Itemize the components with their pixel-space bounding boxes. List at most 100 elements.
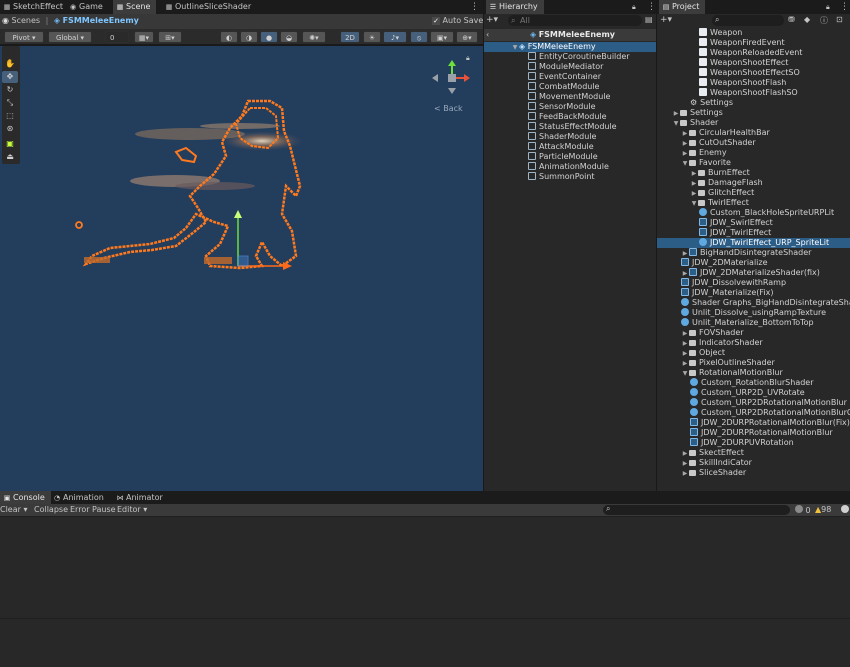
project-item[interactable]: ▼ Shader [657, 118, 850, 128]
error-pause-button[interactable]: Error Pause [70, 505, 116, 514]
hierarchy-item[interactable]: ModuleMediator [528, 62, 603, 72]
project-search-input[interactable]: ⌕ [712, 15, 784, 26]
project-item[interactable]: ▶ Settings [657, 108, 850, 118]
warning-count-badge[interactable]: ▲98 [815, 505, 831, 514]
project-item[interactable]: Custom_URP2DRotationalMotionBlurOnSc [657, 408, 850, 418]
lock-icon[interactable]: 🔒︎ [632, 3, 636, 12]
project-item[interactable]: JDW_2DURPRotationalMotionBlur [657, 428, 850, 438]
rotate-tool-icon[interactable]: ↻ [2, 84, 18, 96]
search-input[interactable]: ⌕ All [508, 15, 642, 26]
hierarchy-item[interactable]: MovementModule [528, 92, 610, 102]
snap-value-field[interactable]: 0 [105, 31, 129, 43]
search-options-icon[interactable]: ▤ [645, 15, 653, 24]
project-item[interactable]: Custom_URP2DRotationalMotionBlur [657, 398, 850, 408]
project-item[interactable]: WeaponShootFlash [657, 78, 850, 88]
project-item[interactable]: ▶ BigHandDisintegrateShader [657, 248, 850, 258]
back-button[interactable]: < Back [434, 104, 463, 113]
hierarchy-item[interactable]: ShaderModule [528, 132, 596, 142]
orientation-gizmo-icon[interactable] [432, 60, 472, 96]
breadcrumb-scenes[interactable]: Scenes [12, 16, 41, 25]
project-item[interactable]: ▶ Object [657, 348, 850, 358]
hierarchy-item[interactable]: StatusEffectModule [528, 122, 617, 132]
tab-outline-slice-shader[interactable]: ▦ OutlineSliceShader [162, 0, 257, 14]
project-item[interactable]: ▶ CutOutShader [657, 138, 850, 148]
transform-tool-icon[interactable]: ⊛ [2, 123, 18, 135]
tab-game[interactable]: ◉ Game [66, 0, 109, 14]
tab-project[interactable]: ▤ Project [659, 0, 706, 14]
project-item[interactable]: Shader Graphs_BigHandDisintegrateShade [657, 298, 850, 308]
project-item[interactable]: ▼ Favorite [657, 158, 850, 168]
project-item[interactable]: Unlit_Materialize_BottomToTop [657, 318, 850, 328]
tab-hierarchy[interactable]: ☰ Hierarchy [486, 0, 544, 14]
project-item[interactable]: ▶ JDW_2DMaterializeShader(fix) [657, 268, 850, 278]
project-item[interactable]: WeaponReloadedEvent [657, 48, 850, 58]
toggle-2d-button[interactable]: 2D [340, 31, 360, 43]
project-item[interactable]: JDW_SwirlEffect [657, 218, 850, 228]
debug-draw-button[interactable]: ✺▾ [302, 31, 326, 43]
custom-tool-icon[interactable]: ▣ [2, 138, 18, 150]
project-item[interactable]: ▶ SkectEffect [657, 448, 850, 458]
hierarchy-item[interactable]: SummonPoint [528, 172, 595, 182]
project-item[interactable]: JDW_2DURPRotationalMotionBlur(Fix) [657, 418, 850, 428]
lighting-button[interactable]: ☀ [363, 31, 381, 43]
project-item[interactable]: Weapon [657, 28, 850, 38]
add-button[interactable]: +▾ [486, 15, 498, 25]
back-arrow-icon[interactable]: ‹ [486, 30, 489, 39]
shading-shaded-button[interactable]: ◑ [240, 31, 258, 43]
move-tool-icon[interactable]: ✥ [2, 71, 18, 83]
project-item[interactable]: ▶ IndicatorShader [657, 338, 850, 348]
hierarchy-item[interactable]: ParticleModule [528, 152, 598, 162]
more-menu-icon[interactable]: ⋮ [470, 2, 479, 12]
error-count-icon[interactable] [841, 505, 849, 513]
project-item[interactable]: ▶ SkillIndiCator [657, 458, 850, 468]
audio-button[interactable]: ♪▾ [383, 31, 407, 43]
project-item[interactable]: WeaponFiredEvent [657, 38, 850, 48]
hierarchy-item[interactable]: AttackModule [528, 142, 594, 152]
project-item[interactable]: WeaponShootEffect [657, 58, 850, 68]
project-item[interactable]: JDW_TwirlEffect_URP_SpriteLit [657, 238, 850, 248]
search-type-icon[interactable]: ⛃ [788, 15, 795, 24]
project-item[interactable]: ▶ CircularHealthBar [657, 128, 850, 138]
project-item[interactable]: ▶ SliceShader [657, 468, 850, 478]
clear-button[interactable]: Clear ▾ [0, 505, 27, 514]
hierarchy-item[interactable]: FeedBackModule [528, 112, 607, 122]
project-item[interactable]: ▶ DamageFlash [657, 178, 850, 188]
hierarchy-item[interactable]: CombatModule [528, 82, 599, 92]
project-item[interactable]: ▼ RotationalMotionBlur [657, 368, 850, 378]
camera-button[interactable]: ▣▾ [430, 31, 454, 43]
project-item[interactable]: Custom_BlackHoleSpriteURPLit [657, 208, 850, 218]
info-icon[interactable]: ⓘ [820, 15, 828, 26]
rect-tool-icon[interactable]: ⬚ [2, 110, 18, 122]
project-item[interactable]: ▼ TwirlEffect [657, 198, 850, 208]
scale-tool-icon[interactable]: ⤡ [2, 97, 18, 109]
tab-animation[interactable]: ◔ Animation [50, 491, 110, 505]
effects-button[interactable]: ⦸ [410, 31, 428, 43]
project-item[interactable]: ▶ PixelOutlineShader [657, 358, 850, 368]
project-item[interactable]: WeaponShootFlashSO [657, 88, 850, 98]
hierarchy-item[interactable]: AnimationModule [528, 162, 609, 172]
hierarchy-item[interactable]: EventContainer [528, 72, 601, 82]
project-item[interactable]: JDW_TwirlEffect [657, 228, 850, 238]
tab-console[interactable]: ▣ Console [0, 491, 51, 505]
tab-sketch-effect[interactable]: ▦ SketchEffect [0, 0, 69, 14]
project-item[interactable]: JDW_Materialize(Fix) [657, 288, 850, 298]
tab-scene[interactable]: ▦ Scene [113, 0, 157, 14]
expand-arrow-icon[interactable]: ▶ [681, 469, 689, 479]
scene-viewport[interactable]: ✋ ✥ ↻ ⤡ ⬚ ⊛ ▣ ⏏ 🔒︎ < Back [0, 46, 483, 491]
more-menu-icon[interactable]: ⋮ [647, 2, 656, 12]
add-button[interactable]: +▾ [660, 15, 672, 25]
project-item[interactable]: ▶ Enemy [657, 148, 850, 158]
more-menu-icon[interactable]: ⋮ [840, 2, 849, 12]
project-item[interactable]: ▶ BurnEffect [657, 168, 850, 178]
shading-solid-button[interactable]: ● [260, 31, 278, 43]
project-item[interactable]: Custom_RotationBlurShader [657, 378, 850, 388]
project-item[interactable]: ▶ GlitchEffect [657, 188, 850, 198]
tab-animator[interactable]: ⋈ Animator [113, 491, 169, 505]
hand-tool-icon[interactable]: ✋ [2, 58, 18, 70]
hidden-packages-icon[interactable]: ⊡ [836, 15, 843, 24]
gizmos-button[interactable]: ⊕▾ [456, 31, 478, 43]
lock-icon[interactable]: 🔒︎ [466, 54, 470, 63]
search-label-icon[interactable]: ◆ [804, 15, 810, 24]
auto-save-toggle[interactable]: ✓ Auto Save [432, 16, 483, 25]
project-item[interactable]: ⚙ Settings [657, 98, 850, 108]
